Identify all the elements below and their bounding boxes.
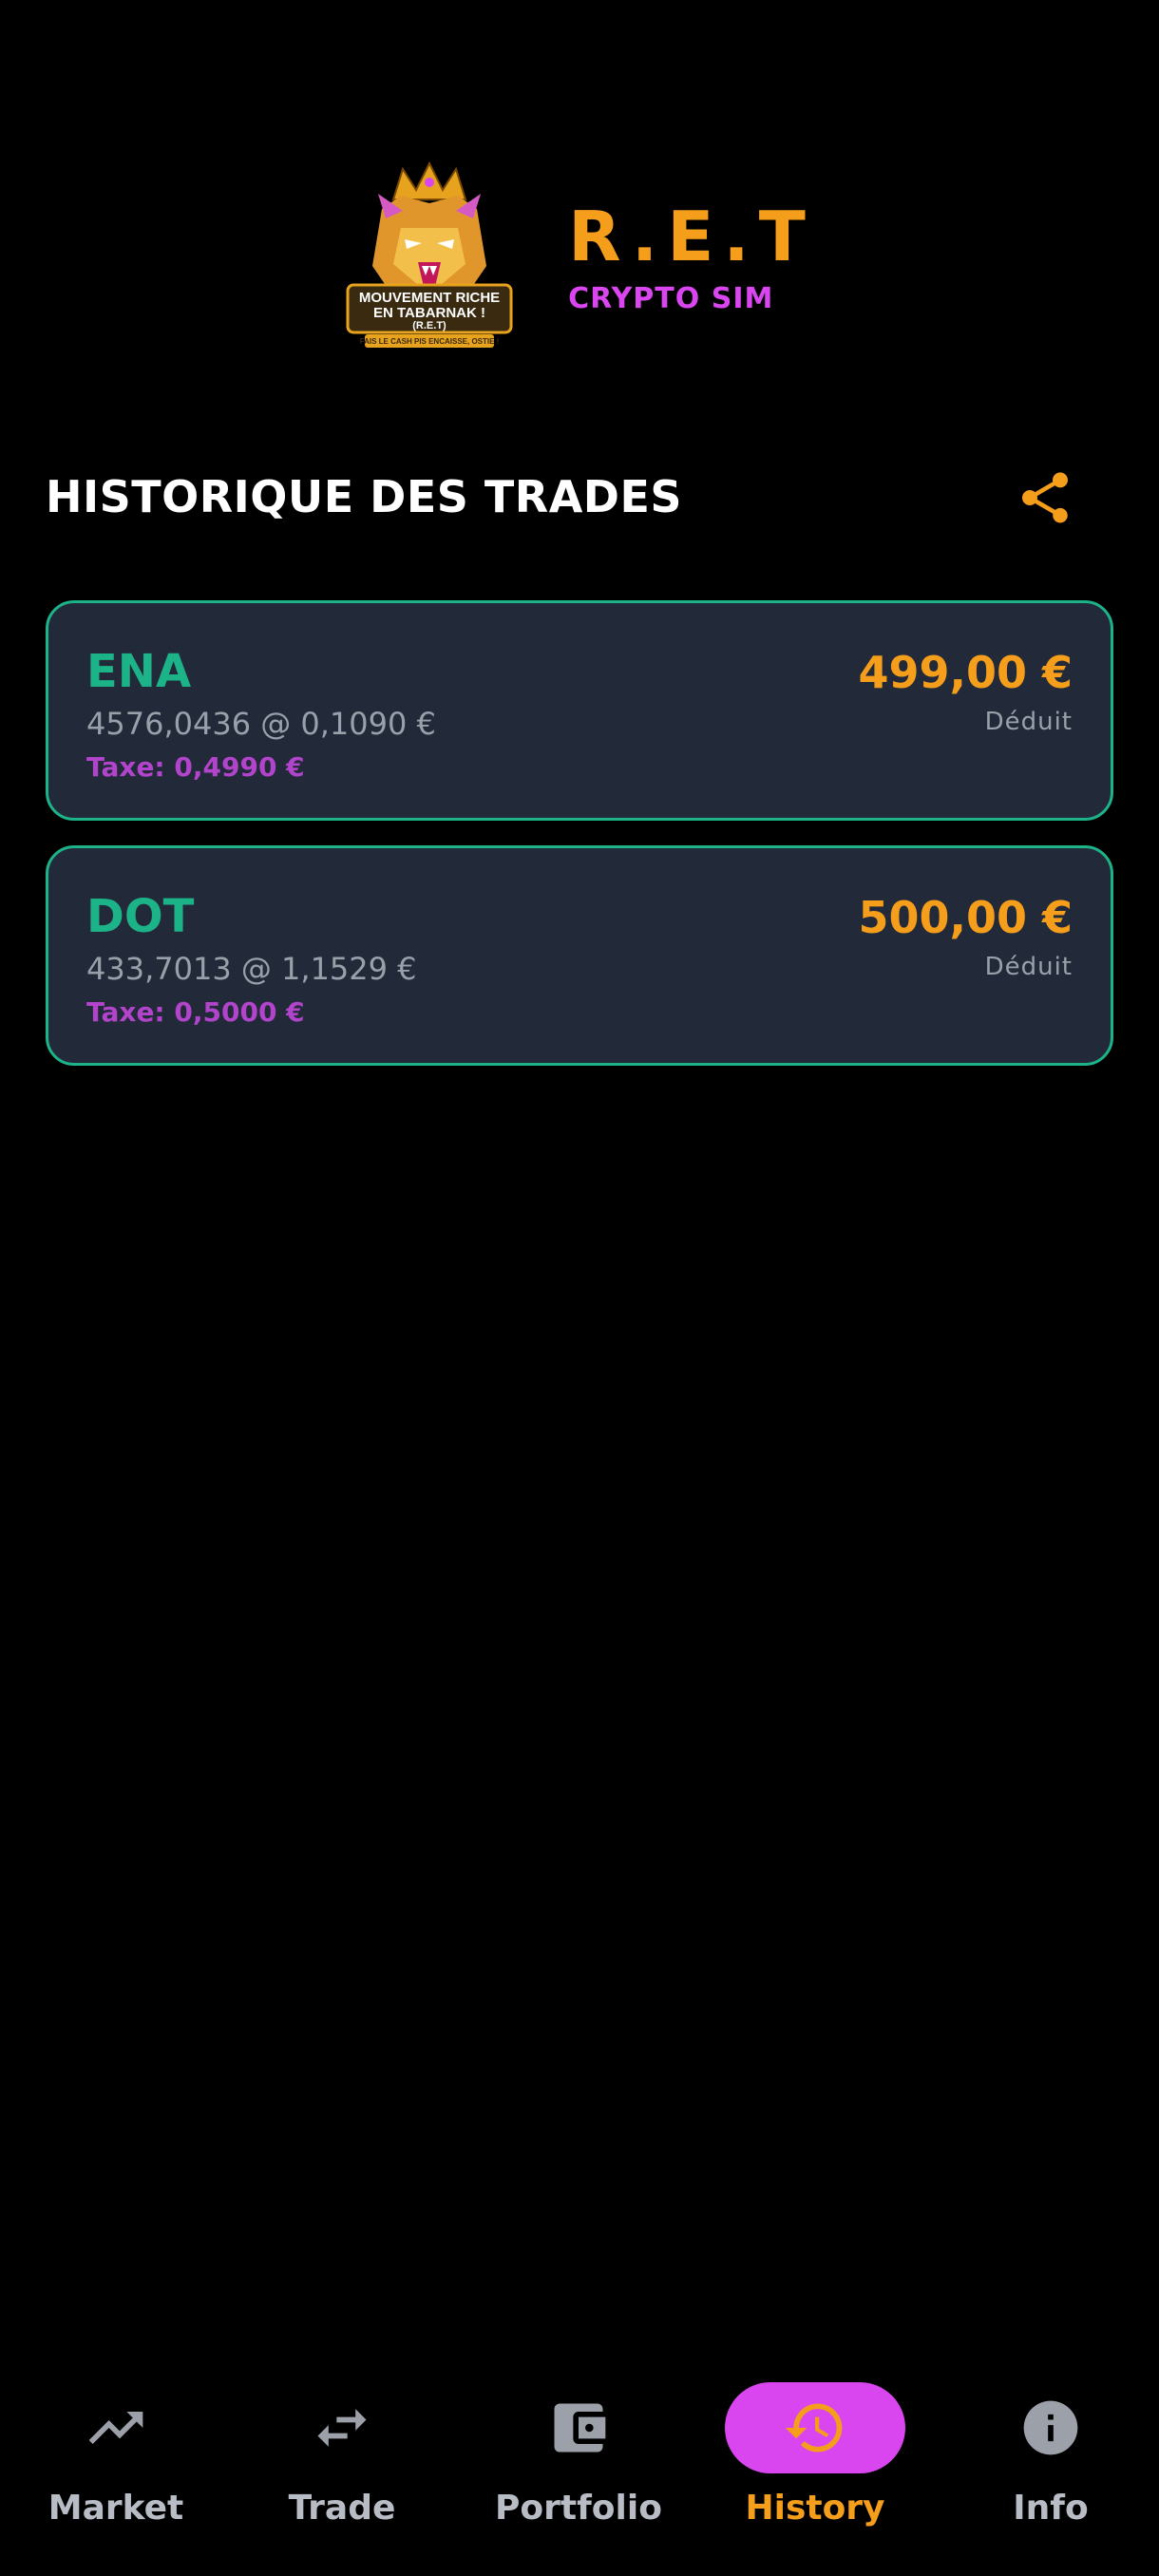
share-button[interactable] bbox=[1011, 464, 1079, 532]
nav-label: Market bbox=[48, 2489, 184, 2528]
trade-tax: Taxe: 0,4990 € bbox=[86, 751, 305, 783]
nav-tab-history[interactable]: History bbox=[699, 2382, 931, 2544]
trade-card-dot[interactable]: DOT 433,7013 @ 1,1529 € Taxe: 0,5000 € 5… bbox=[46, 845, 1113, 1066]
info-icon bbox=[1023, 2400, 1078, 2455]
brand-text: R.E.T CRYPTO SIM bbox=[568, 199, 815, 315]
nav-icon-wrap bbox=[26, 2382, 206, 2473]
nav-icon-wrap bbox=[960, 2382, 1141, 2473]
trade-detail: 4576,0436 @ 0,1090 € bbox=[86, 706, 436, 742]
app-subtitle: CRYPTO SIM bbox=[568, 281, 774, 315]
bottom-navigation: Market Trade Portfolio History Info bbox=[0, 2356, 1159, 2576]
wallet-icon bbox=[554, 2403, 606, 2453]
trade-amount: 499,00 € bbox=[858, 647, 1073, 698]
trade-coin: DOT bbox=[86, 890, 195, 943]
trade-status: Déduit bbox=[984, 953, 1073, 981]
app-title: R.E.T bbox=[568, 196, 815, 276]
nav-label: Info bbox=[1013, 2489, 1089, 2528]
page-title: HISTORIQUE DES TRADES bbox=[46, 471, 683, 522]
trade-amount: 500,00 € bbox=[858, 892, 1073, 943]
nav-tab-trade[interactable]: Trade bbox=[226, 2382, 458, 2544]
svg-text:MOUVEMENT RICHE: MOUVEMENT RICHE bbox=[359, 290, 500, 306]
share-icon bbox=[1022, 472, 1068, 523]
nav-tab-info[interactable]: Info bbox=[935, 2382, 1159, 2544]
nav-icon-wrap-active bbox=[725, 2382, 905, 2473]
history-icon bbox=[785, 2403, 843, 2453]
app-screen: MOUVEMENT RICHE EN TABARNAK ! (R.E.T) FA… bbox=[0, 0, 1159, 2576]
svg-text:(R.E.T): (R.E.T) bbox=[412, 320, 446, 331]
svg-text:EN TABARNAK !: EN TABARNAK ! bbox=[373, 305, 485, 321]
nav-icon-wrap bbox=[488, 2382, 669, 2473]
trade-list: ENA 4576,0436 @ 0,1090 € Taxe: 0,4990 € … bbox=[46, 600, 1113, 1090]
svg-text:FAIS LE CASH PIS ENCAISSE, OST: FAIS LE CASH PIS ENCAISSE, OSTIE ! bbox=[360, 337, 500, 346]
trade-detail: 433,7013 @ 1,1529 € bbox=[86, 951, 417, 987]
trending-up-icon bbox=[88, 2412, 143, 2444]
nav-tab-portfolio[interactable]: Portfolio bbox=[463, 2382, 694, 2544]
nav-label: Trade bbox=[288, 2489, 396, 2528]
nav-label: Portfolio bbox=[495, 2489, 662, 2528]
trade-coin: ENA bbox=[86, 645, 192, 698]
swap-icon bbox=[317, 2409, 367, 2447]
nav-icon-wrap bbox=[252, 2382, 432, 2473]
trade-card-ena[interactable]: ENA 4576,0436 @ 0,1090 € Taxe: 0,4990 € … bbox=[46, 600, 1113, 821]
trade-tax: Taxe: 0,5000 € bbox=[86, 996, 305, 1028]
brand-header: MOUVEMENT RICHE EN TABARNAK ! (R.E.T) FA… bbox=[0, 161, 1159, 351]
nav-tab-market[interactable]: Market bbox=[0, 2382, 232, 2544]
nav-label: History bbox=[745, 2489, 885, 2528]
wolf-logo: MOUVEMENT RICHE EN TABARNAK ! (R.E.T) FA… bbox=[344, 161, 515, 351]
trade-status: Déduit bbox=[984, 708, 1073, 736]
